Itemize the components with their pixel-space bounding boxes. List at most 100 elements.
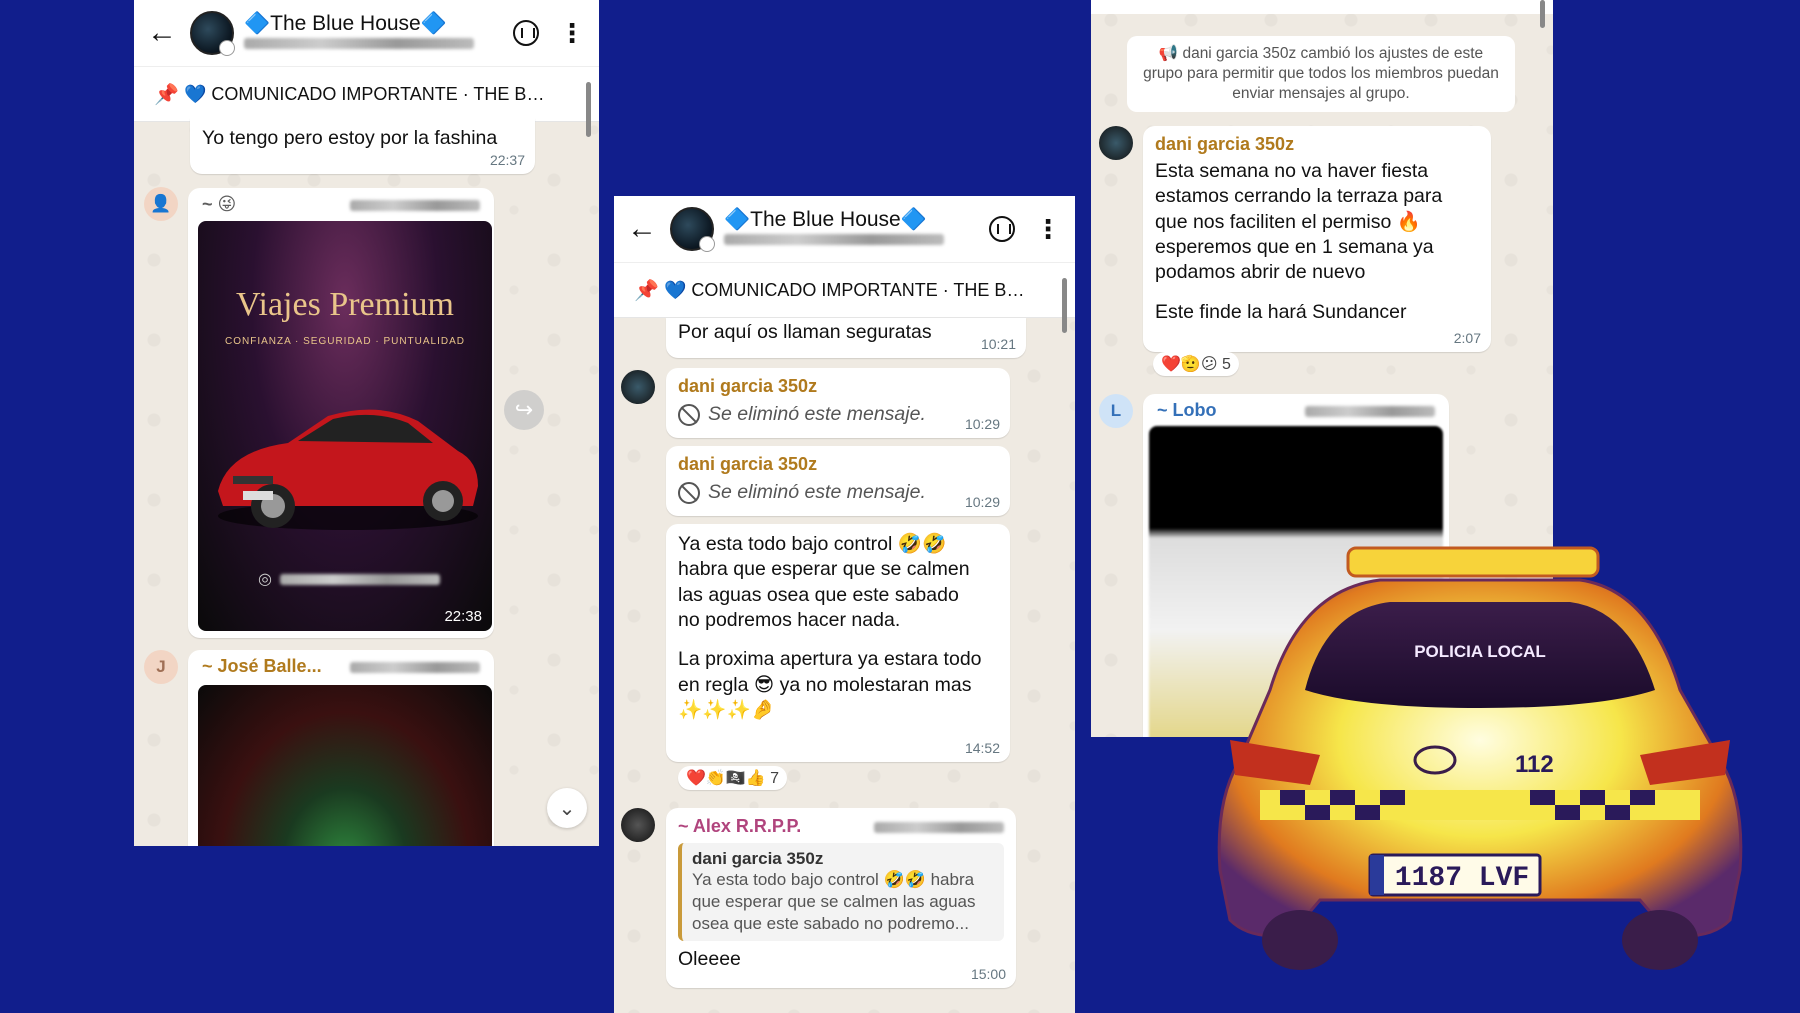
- avatar[interactable]: J: [144, 650, 178, 684]
- message-line: podamos abrir de nuevo: [1155, 261, 1366, 284]
- pinned-message-text: 💙 COMUNICADO IMPORTANTE · THE BLU...: [664, 279, 1034, 300]
- message-line: las aguas osea que este sabado: [678, 583, 959, 606]
- message-time: 14:52: [964, 740, 1000, 756]
- blurred-phone: [1305, 406, 1435, 417]
- system-notice: 📢 dani garcia 350z cambió los ajustes de…: [1127, 36, 1515, 112]
- deleted-icon: [678, 481, 700, 504]
- group-avatar[interactable]: [670, 207, 715, 252]
- sender-name[interactable]: ~ Lobo: [1157, 400, 1217, 421]
- deleted-text: Se eliminó este mensaje.: [708, 481, 926, 503]
- chat-screenshot-left: ← 🔷The Blue House🔷 ⋮ 📌 💙 COMUNICADO IMPO…: [134, 0, 599, 846]
- back-arrow-icon[interactable]: ←: [614, 196, 670, 262]
- chat-header: ← 🔷The Blue House🔷 ⋮: [134, 0, 599, 66]
- message-text: Yo tengo pero estoy por la fashina: [202, 127, 498, 149]
- deleted-text: Se eliminó este mensaje.: [708, 403, 926, 425]
- blurred-phone: [279, 573, 440, 585]
- message-time: 15:00: [970, 966, 1006, 982]
- more-options-icon[interactable]: ⋮: [1035, 216, 1061, 242]
- message-text: Oleeee: [678, 948, 741, 971]
- blurred-phone: [350, 200, 480, 211]
- license-plate: 1187 LVF: [1395, 863, 1529, 894]
- quoted-message[interactable]: dani garcia 350z Ya esta todo bajo contr…: [678, 843, 1004, 942]
- message-bubble[interactable]: Ya esta todo bajo control 🤣🤣 habra que e…: [666, 524, 1010, 762]
- message-text: Por aquí os llaman seguratas: [678, 321, 932, 343]
- red-car-icon: [218, 409, 478, 530]
- scrollbar[interactable]: [1540, 0, 1545, 28]
- message-line: habra que esperar que se calmen: [678, 558, 970, 581]
- scroll-down-icon[interactable]: ⌄: [547, 788, 587, 828]
- police-number: 112: [1515, 751, 1554, 778]
- message-line: Este finde la hará Sundancer: [1155, 300, 1407, 323]
- pin-icon: 📌: [634, 279, 659, 302]
- voice-chat-icon[interactable]: [513, 20, 539, 46]
- message-line: La proxima apertura ya estara todo: [678, 648, 982, 671]
- message-bubble-image[interactable]: ~ José Balle...: [188, 650, 494, 846]
- reactions-bar[interactable]: ❤️🫡😕 5: [1153, 352, 1239, 376]
- ad-subtitle: CONFIANZA · SEGURIDAD · PUNTUALIDAD: [224, 336, 466, 347]
- message-time: 10:21: [980, 336, 1016, 352]
- message-line: en regla 😎 ya no molestaran mas: [678, 673, 972, 696]
- blurred-phone: [874, 822, 1004, 833]
- message-line: que nos faciliten el permiso 🔥: [1155, 210, 1421, 233]
- police-car-image: POLICIA LOCAL 112 1187 LVF: [1217, 546, 1743, 970]
- message-bubble-deleted[interactable]: dani garcia 350z Se eliminó este mensaje…: [666, 368, 1010, 438]
- message-line: estamos cerrando la terraza para: [1155, 185, 1443, 208]
- quoted-text: Ya esta todo bajo control 🤣🤣 habra que e…: [692, 870, 976, 934]
- forward-icon[interactable]: ↪: [504, 390, 544, 430]
- message-bubble[interactable]: dani garcia 350z Esta semana no va haver…: [1143, 126, 1491, 352]
- avatar[interactable]: [621, 808, 655, 842]
- more-options-icon[interactable]: ⋮: [559, 20, 585, 46]
- message-time: 22:38: [444, 608, 482, 625]
- message-line: no podremos hacer nada.: [678, 609, 901, 632]
- whatsapp-icon: ◎: [258, 571, 272, 588]
- message-line: Esta semana no va haver fiesta: [1155, 160, 1429, 182]
- message-bubble[interactable]: Yo tengo pero estoy por la fashina 22:37: [190, 118, 535, 174]
- pinned-message-bar[interactable]: 📌 💙 COMUNICADO IMPORTANTE · THE BLU...: [614, 262, 1075, 318]
- message-time: 10:29: [964, 494, 1000, 510]
- chat-header: ← 🔷The Blue House🔷 ⋮: [614, 196, 1075, 262]
- top-edge: [1091, 0, 1553, 14]
- ad-title: Viajes Premium: [236, 286, 454, 323]
- voice-chat-icon[interactable]: [989, 216, 1015, 242]
- chat-screenshot-middle: ← 🔷The Blue House🔷 ⋮ 📌 💙 COMUNICADO IMPO…: [614, 196, 1075, 1013]
- group-title[interactable]: 🔷The Blue House🔷: [724, 208, 989, 232]
- avatar[interactable]: [1099, 126, 1133, 160]
- message-line: Ya esta todo bajo control 🤣🤣: [678, 533, 947, 555]
- sender-name[interactable]: ~ 😜: [202, 194, 236, 215]
- blurred-members: [244, 38, 474, 49]
- sender-name[interactable]: ~ Alex R.R.P.P.: [678, 816, 801, 837]
- message-time: 2:07: [1453, 330, 1481, 346]
- group-title[interactable]: 🔷The Blue House🔷: [244, 12, 513, 36]
- blurred-phone: [350, 662, 480, 673]
- quoted-sender: dani garcia 350z: [692, 849, 824, 868]
- group-avatar[interactable]: [190, 11, 235, 56]
- message-time: 10:29: [964, 416, 1000, 432]
- pinned-message-bar[interactable]: 📌 💙 COMUNICADO IMPORTANTE · THE BLU...: [134, 66, 599, 122]
- scrollbar[interactable]: [1062, 278, 1067, 333]
- message-time: 22:37: [489, 152, 525, 168]
- police-label: POLICIA LOCAL: [1414, 642, 1546, 661]
- avatar[interactable]: 👤: [144, 187, 178, 221]
- avatar[interactable]: [621, 370, 655, 404]
- ad-image[interactable]: Viajes Premium CONFIANZA · SEGURIDAD · P…: [198, 221, 492, 631]
- blurred-members: [724, 234, 944, 245]
- deleted-icon: [678, 403, 700, 426]
- sender-name[interactable]: ~ José Balle...: [202, 656, 322, 677]
- party-image[interactable]: [198, 685, 492, 846]
- message-line: ✨✨✨🤌: [678, 699, 776, 722]
- message-bubble-image[interactable]: ~ 😜 Viajes Premium CONFIANZA · SEGURIDAD…: [188, 188, 494, 638]
- pinned-message-text: 💙 COMUNICADO IMPORTANTE · THE BLU...: [184, 83, 554, 104]
- message-bubble[interactable]: Por aquí os llaman seguratas 10:21: [666, 318, 1026, 358]
- avatar[interactable]: L: [1099, 394, 1133, 428]
- sender-name[interactable]: dani garcia 350z: [678, 454, 998, 475]
- back-arrow-icon[interactable]: ←: [134, 0, 190, 66]
- sender-name[interactable]: dani garcia 350z: [1155, 134, 1479, 155]
- scrollbar[interactable]: [586, 82, 591, 137]
- message-line: esperemos que en 1 semana ya: [1155, 236, 1434, 259]
- sender-name[interactable]: dani garcia 350z: [678, 376, 998, 397]
- message-bubble-reply[interactable]: ~ Alex R.R.P.P. dani garcia 350z Ya esta…: [666, 808, 1016, 988]
- checker-stripe: [1260, 790, 1700, 820]
- message-bubble-deleted[interactable]: dani garcia 350z Se eliminó este mensaje…: [666, 446, 1010, 516]
- reactions-bar[interactable]: ❤️👏🏴‍☠️👍 7: [678, 766, 788, 790]
- pin-icon: 📌: [154, 83, 179, 106]
